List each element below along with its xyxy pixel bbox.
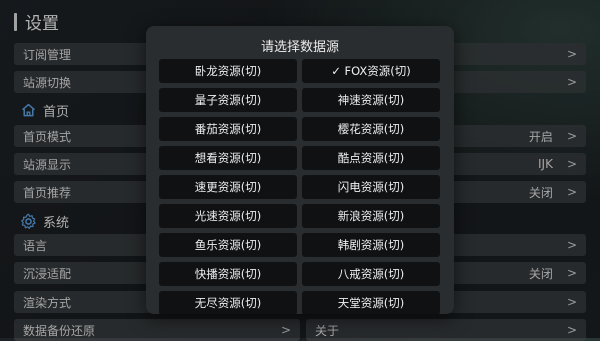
data-source-option[interactable]: 想看资源(切) bbox=[159, 146, 297, 170]
data-source-option[interactable]: 天堂资源(切) bbox=[302, 291, 440, 314]
data-source-option[interactable]: 樱花资源(切) bbox=[302, 117, 440, 141]
data-source-option[interactable]: 卧龙资源(切) bbox=[159, 59, 297, 83]
data-source-option[interactable]: 新浪资源(切) bbox=[302, 204, 440, 228]
data-source-option[interactable]: 快播资源(切) bbox=[159, 262, 297, 286]
data-source-option[interactable]: 神速资源(切) bbox=[302, 88, 440, 112]
data-source-option[interactable]: 酷点资源(切) bbox=[302, 146, 440, 170]
dialog-title: 请选择数据源 bbox=[260, 40, 339, 55]
data-source-options: 卧龙资源(切) ✓ FOX资源(切) 量子资源(切) 神速资源(切) 番茄资源(切) 樱花… bbox=[159, 59, 441, 314]
data-source-dialog: 请选择数据源 卧龙资源(切) ✓ FOX资源(切) 量子资源(切) 神速资源(切) 番茄… bbox=[146, 26, 454, 314]
data-source-option[interactable]: 番茄资源(切) bbox=[159, 117, 297, 141]
data-source-option[interactable]: 无尽资源(切) bbox=[159, 291, 297, 314]
data-source-option[interactable]: 八戒资源(切) bbox=[302, 262, 440, 286]
data-source-option-selected[interactable]: ✓ FOX资源(切) bbox=[302, 59, 440, 83]
data-source-option[interactable]: 速更资源(切) bbox=[159, 175, 297, 199]
data-source-option[interactable]: 鱼乐资源(切) bbox=[159, 233, 297, 257]
data-source-option[interactable]: 光速资源(切) bbox=[159, 204, 297, 228]
data-source-option[interactable]: 量子资源(切) bbox=[159, 88, 297, 112]
data-source-option[interactable]: 闪电资源(切) bbox=[302, 175, 440, 199]
data-source-option[interactable]: 韩剧资源(切) bbox=[302, 233, 440, 257]
